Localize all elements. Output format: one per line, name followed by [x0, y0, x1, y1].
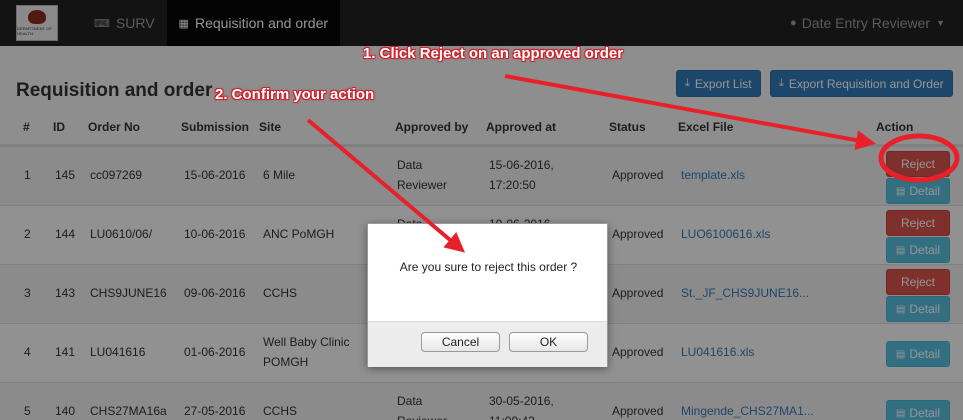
confirm-message: Are you sure to reject this order ?	[399, 260, 578, 274]
annotation-step-2: 2. Confirm your action	[215, 86, 375, 103]
cancel-button[interactable]: Cancel	[421, 332, 500, 352]
annotation-step-1: 1. Click Reject on an approved order	[363, 45, 624, 62]
ok-button[interactable]: OK	[509, 332, 588, 352]
confirm-dialog: Are you sure to reject this order ? Canc…	[367, 223, 608, 367]
dialog-footer: Cancel OK	[368, 321, 607, 367]
